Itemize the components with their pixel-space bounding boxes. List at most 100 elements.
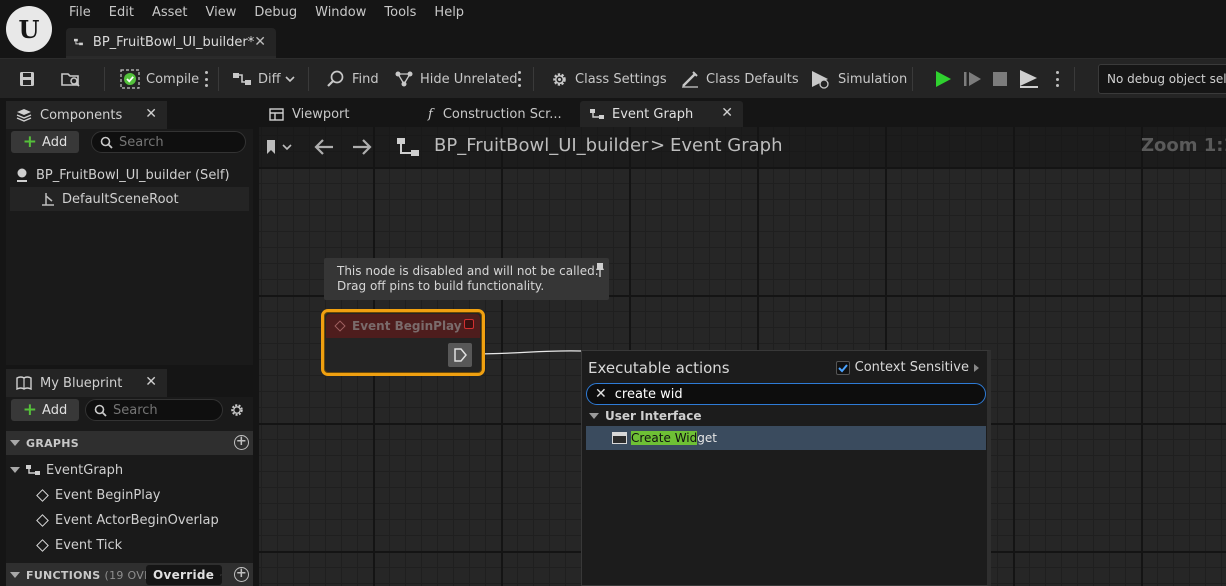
class-defaults-label: Class Defaults	[706, 71, 799, 87]
add-function-icon[interactable]: +	[234, 567, 249, 582]
menu-file[interactable]: File	[60, 3, 100, 23]
checkbox-checked-icon[interactable]	[835, 360, 850, 375]
simulation-button[interactable]: Simulation	[810, 59, 907, 99]
play-button[interactable]	[934, 59, 952, 99]
menu-help[interactable]: Help	[425, 3, 473, 23]
hide-unrelated-button[interactable]: Hide Unrelated	[394, 59, 518, 99]
menu-window[interactable]: Window	[306, 3, 375, 23]
tab-construction-script[interactable]: f Construction Scr...	[418, 101, 578, 127]
action-menu-title: Executable actions	[588, 359, 730, 377]
plus-icon: +	[22, 132, 38, 152]
menu-view[interactable]: View	[197, 3, 246, 23]
my-blueprint-search[interactable]	[85, 399, 223, 421]
browse-button[interactable]	[60, 59, 82, 99]
exec-output-pin[interactable]	[448, 343, 472, 367]
component-default-scene-root[interactable]: DefaultSceneRoot	[10, 187, 249, 211]
close-icon[interactable]: ✕	[145, 106, 157, 122]
close-icon[interactable]: ✕	[721, 105, 733, 121]
bookmark-icon[interactable]	[265, 138, 293, 156]
my-blueprint-panel-tab[interactable]: My Blueprint ✕	[6, 369, 167, 397]
class-defaults-button[interactable]: Class Defaults	[680, 59, 799, 99]
save-icon	[20, 72, 34, 86]
tab-viewport[interactable]: Viewport	[259, 101, 416, 127]
event-item-tick[interactable]: Event Tick	[36, 533, 122, 557]
find-button[interactable]: Find	[326, 59, 379, 99]
graphs-section-header[interactable]: GRAPHS +	[6, 431, 253, 455]
event-diamond-icon	[334, 320, 346, 332]
caret-right-icon[interactable]	[974, 363, 979, 372]
node-header: Event BeginPlay	[326, 314, 480, 338]
graph-item-eventgraph[interactable]: EventGraph	[10, 458, 123, 482]
hide-unrelated-options-icon[interactable]	[517, 71, 521, 87]
components-panel: +Add BP_FruitBowl_UI_builder (Self) Defa…	[6, 129, 253, 365]
close-icon[interactable]: ✕	[254, 34, 266, 50]
debug-object-select[interactable]: No debug object selected	[1098, 64, 1226, 94]
components-panel-title: Components	[40, 107, 123, 123]
caret-down-icon	[10, 467, 20, 473]
components-panel-tab[interactable]: Components ✕	[6, 101, 167, 129]
component-self[interactable]: BP_FruitBowl_UI_builder (Self)	[14, 163, 230, 187]
gear-icon	[553, 72, 566, 86]
add-component-button[interactable]: + Add	[11, 131, 79, 153]
tab-event-graph[interactable]: Event Graph ✕	[580, 101, 743, 127]
chevron-down-icon	[285, 76, 295, 83]
add-member-button[interactable]: + Add	[11, 399, 79, 421]
class-settings-button[interactable]: Class Settings	[550, 59, 667, 99]
document-tab[interactable]: BP_FruitBowl_UI_builder* ✕	[66, 28, 276, 56]
scene-component-icon	[42, 193, 54, 206]
context-sensitive-toggle[interactable]: Context Sensitive	[835, 360, 979, 375]
forward-arrow-icon[interactable]	[351, 137, 373, 157]
menu-tools[interactable]: Tools	[375, 3, 425, 23]
clear-search-icon[interactable]: ✕	[595, 386, 607, 402]
executable-actions-menu: Executable actions Context Sensitive ✕ U…	[581, 350, 991, 586]
my-blueprint-panel-title: My Blueprint	[40, 375, 123, 391]
stop-button[interactable]	[992, 59, 1008, 99]
back-arrow-icon[interactable]	[313, 137, 335, 157]
close-icon[interactable]: ✕	[145, 374, 157, 390]
eject-button[interactable]	[1018, 59, 1040, 99]
hide-unrelated-icon	[395, 71, 413, 87]
add-graph-icon[interactable]: +	[234, 435, 249, 450]
action-search-input[interactable]	[614, 386, 975, 402]
exec-pin-icon	[454, 348, 467, 362]
pin-icon[interactable]	[595, 262, 605, 278]
node-title: Event BeginPlay	[352, 319, 462, 333]
play-options-icon[interactable]	[1055, 71, 1059, 87]
override-dropdown[interactable]: Override	[146, 565, 222, 585]
action-search-field[interactable]: ✕	[586, 383, 986, 405]
event-beginplay-node[interactable]: Event BeginPlay	[321, 309, 485, 376]
viewport-icon	[269, 107, 284, 121]
my-blueprint-search-input[interactable]	[113, 402, 208, 418]
toolbar-separator	[218, 67, 219, 91]
category-user-interface[interactable]: User Interface	[586, 406, 986, 426]
menu-edit[interactable]: Edit	[100, 3, 143, 23]
compile-options-icon[interactable]	[204, 71, 208, 87]
diff-label: Diff	[258, 71, 281, 87]
unreal-logo-icon[interactable]: U	[6, 6, 52, 52]
menu-asset[interactable]: Asset	[143, 3, 197, 23]
advance-frame-button[interactable]	[963, 59, 983, 99]
components-search[interactable]	[91, 131, 246, 153]
save-button[interactable]	[18, 59, 36, 99]
menu-debug[interactable]: Debug	[245, 3, 306, 23]
functions-section-header[interactable]: FUNCTIONS (19 OVERRIDABLE) Override +	[6, 563, 253, 586]
event-diamond-icon	[36, 538, 49, 552]
function-icon: f	[428, 106, 433, 122]
event-item-beginplay[interactable]: Event BeginPlay	[36, 483, 161, 507]
compile-button[interactable]: Compile	[120, 59, 199, 99]
match-highlight: Create Wid	[631, 431, 698, 445]
components-search-input[interactable]	[119, 134, 229, 150]
graph-icon	[397, 138, 419, 156]
gear-icon[interactable]	[229, 402, 245, 418]
document-tab-label: BP_FruitBowl_UI_builder*	[92, 34, 255, 50]
class-settings-label: Class Settings	[575, 71, 667, 87]
breadcrumb-blueprint[interactable]: BP_FruitBowl_UI_builder	[434, 135, 648, 156]
event-item-actorbeginoverlap[interactable]: Event ActorBeginOverlap	[36, 508, 219, 532]
delegate-pin-icon[interactable]	[464, 319, 474, 329]
folder-search-icon	[61, 73, 80, 87]
compile-success-icon	[120, 69, 140, 89]
title-bar: U File Edit Asset View Debug Window Tool…	[0, 0, 1226, 58]
action-create-widget[interactable]: Create Widget	[586, 426, 986, 450]
diff-button[interactable]: Diff	[232, 59, 295, 99]
graph-breadcrumb-bar: BP_FruitBowl_UI_builder > Event Graph Zo…	[259, 127, 1226, 167]
